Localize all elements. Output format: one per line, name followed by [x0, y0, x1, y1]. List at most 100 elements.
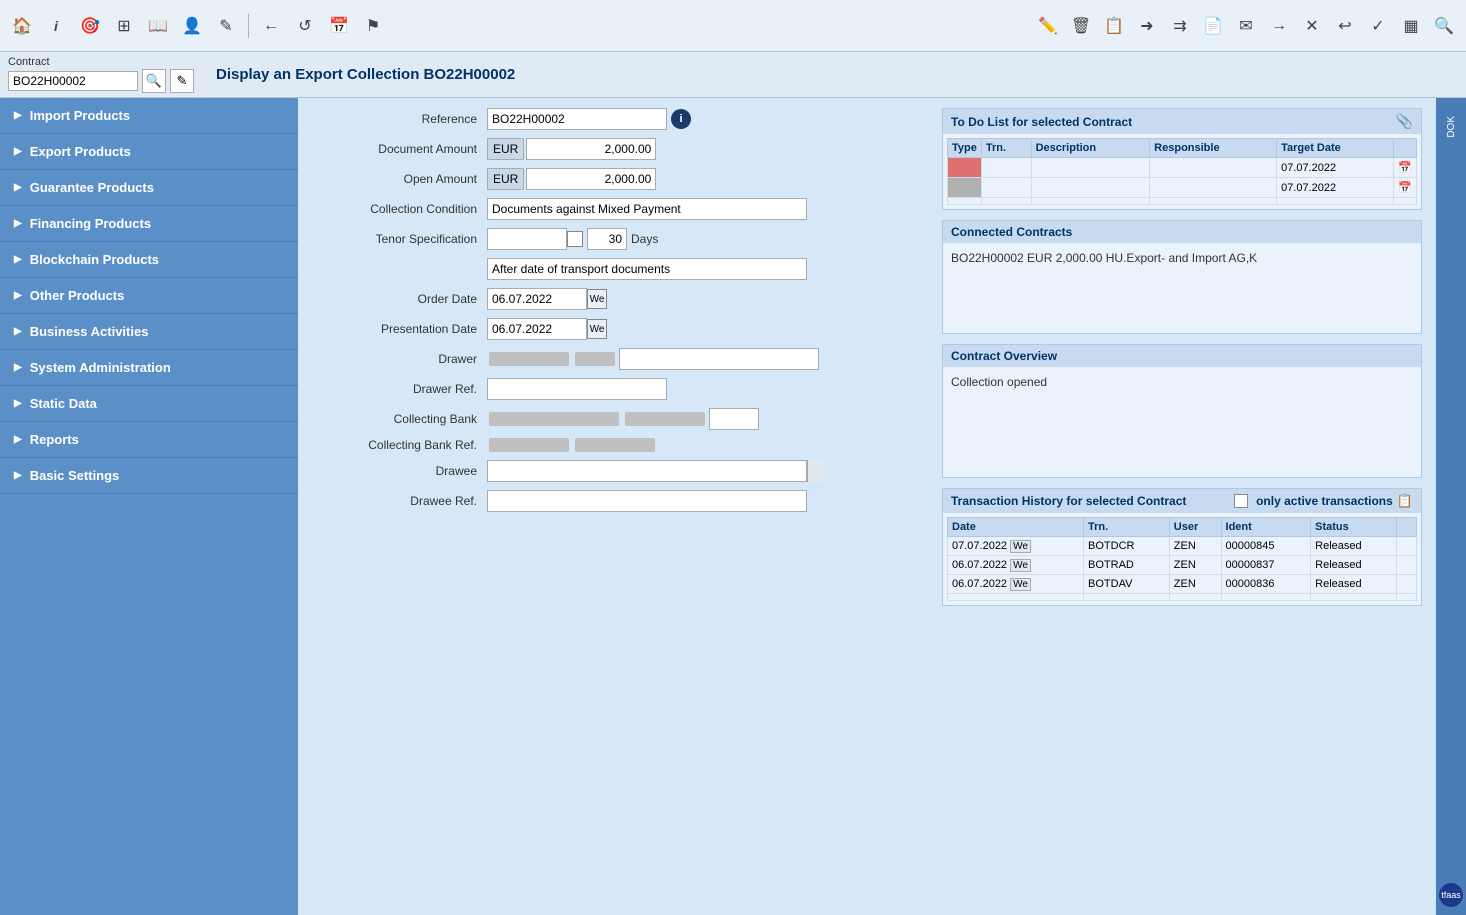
attach-icon[interactable]: 📎	[1396, 113, 1413, 130]
edit-icon[interactable]: ✎	[212, 12, 240, 40]
contract-search-button[interactable]: 🔍	[142, 69, 166, 93]
target-icon[interactable]: 🎯	[76, 12, 104, 40]
sidebar-arrow-reports: ▶	[14, 434, 22, 445]
collecting-bank-input[interactable]	[709, 408, 759, 430]
open-amount-input[interactable]	[526, 168, 656, 190]
order-date-input[interactable]	[487, 288, 587, 310]
drawer-value-blurred	[489, 352, 569, 366]
sidebar-item-financing-products[interactable]: ▶ Financing Products	[0, 206, 298, 242]
page-title: Display an Export Collection BO22H00002	[216, 66, 515, 83]
sidebar-item-static-data[interactable]: ▶ Static Data	[0, 386, 298, 422]
page-icon[interactable]: 📄	[1199, 12, 1227, 40]
sidebar-item-import-products[interactable]: ▶ Import Products	[0, 98, 298, 134]
sidebar-label-export-products: Export Products	[30, 144, 131, 159]
undo-icon[interactable]: ↩	[1331, 12, 1359, 40]
todo-row3-type	[948, 198, 982, 205]
reference-input[interactable]	[487, 108, 667, 130]
tenor-spec-input[interactable]	[487, 228, 567, 250]
history-col-ident: Ident	[1221, 518, 1311, 537]
tenor-days-input[interactable]	[587, 228, 627, 250]
drawee-expand-button[interactable]	[807, 460, 825, 482]
history-col-trn: Trn.	[1084, 518, 1170, 537]
drawee-input[interactable]	[487, 460, 807, 482]
trash-icon[interactable]: 🗑	[1067, 12, 1095, 40]
collection-condition-input[interactable]	[487, 198, 807, 220]
presentation-date-input[interactable]	[487, 318, 587, 340]
contract-section: Contract 🔍 ✎	[8, 56, 194, 93]
sidebar-arrow-sysadmin: ▶	[14, 362, 22, 373]
history-copy-icon[interactable]: 📋	[1397, 493, 1413, 509]
table-icon[interactable]: ▦	[1397, 12, 1425, 40]
home-icon[interactable]: 🏠	[8, 12, 36, 40]
forward-icon[interactable]: ➜	[1133, 12, 1161, 40]
document-amount-input[interactable]	[526, 138, 656, 160]
history-row4-status	[1311, 594, 1397, 601]
flag-icon[interactable]: ⚑	[359, 12, 387, 40]
history-row1-cal[interactable]: We	[1010, 540, 1031, 553]
close-icon[interactable]: ✕	[1298, 12, 1326, 40]
contract-overview-value: Collection opened	[947, 371, 1417, 393]
history-col-date: Date	[948, 518, 1084, 537]
contract-input[interactable]	[8, 71, 138, 91]
drawee-row: Drawee	[312, 460, 932, 482]
tenor-text-input[interactable]	[487, 258, 807, 280]
drawer-ref-input[interactable]	[487, 378, 667, 400]
history-row1-user: ZEN	[1169, 537, 1221, 556]
sidebar-item-business-activities[interactable]: ▶ Business Activities	[0, 314, 298, 350]
search-icon[interactable]: 🔍	[1430, 12, 1458, 40]
drawer-ref-row: Drawer Ref.	[312, 378, 932, 400]
refresh-icon[interactable]: ↺	[291, 12, 319, 40]
history-row3-cal[interactable]: We	[1010, 578, 1031, 591]
sidebar-item-other-products[interactable]: ▶ Other Products	[0, 278, 298, 314]
history-row1-ident: 00000845	[1221, 537, 1311, 556]
pencil-icon[interactable]: ✏️	[1034, 12, 1062, 40]
merge-icon[interactable]: ⇉	[1166, 12, 1194, 40]
sidebar-item-guarantee-products[interactable]: ▶ Guarantee Products	[0, 170, 298, 206]
arrow-right-icon[interactable]: →	[1265, 12, 1293, 40]
todo-row1-trn	[981, 158, 1031, 178]
collection-condition-row: Collection Condition	[312, 198, 932, 220]
todo-row1-responsible	[1150, 158, 1277, 178]
person-icon[interactable]: 👤	[178, 12, 206, 40]
book-icon[interactable]: 📖	[144, 12, 172, 40]
calendar-icon[interactable]: 📅	[325, 12, 353, 40]
layers-icon[interactable]: ⊞	[110, 12, 138, 40]
collection-condition-label: Collection Condition	[312, 202, 487, 216]
contract-edit-button[interactable]: ✎	[170, 69, 194, 93]
history-row3-user: ZEN	[1169, 575, 1221, 594]
info-icon[interactable]: i	[42, 12, 70, 40]
drawer-input[interactable]	[619, 348, 819, 370]
todo-row1-cal[interactable]: 📅	[1394, 158, 1417, 178]
page-wrapper: Contract 🔍 ✎ Display an Export Collectio…	[0, 52, 1466, 915]
history-row4-action	[1397, 594, 1417, 601]
todo-row3-responsible	[1150, 198, 1277, 205]
contract-overview-empty-space	[947, 393, 1417, 473]
order-date-calendar-button[interactable]: We	[587, 289, 607, 309]
copy-icon[interactable]: 📋	[1100, 12, 1128, 40]
history-row2-cal[interactable]: We	[1010, 559, 1031, 572]
history-row2-user: ZEN	[1169, 556, 1221, 575]
todo-col-description: Description	[1031, 139, 1150, 158]
drawee-ref-row: Drawee Ref.	[312, 490, 932, 512]
drawee-ref-input[interactable]	[487, 490, 807, 512]
history-row4-date	[948, 594, 1084, 601]
presentation-date-calendar-button[interactable]: We	[587, 319, 607, 339]
sidebar-item-basic-settings[interactable]: ▶ Basic Settings	[0, 458, 298, 494]
history-row3-status: Released	[1311, 575, 1397, 594]
sidebar-item-system-administration[interactable]: ▶ System Administration	[0, 350, 298, 386]
todo-row2-cal[interactable]: 📅	[1394, 178, 1417, 198]
mail-icon[interactable]: ✉	[1232, 12, 1260, 40]
sidebar-item-blockchain-products[interactable]: ▶ Blockchain Products	[0, 242, 298, 278]
contract-bar: Contract 🔍 ✎ Display an Export Collectio…	[0, 52, 1466, 98]
only-active-label: only active transactions	[1256, 494, 1393, 508]
sidebar-item-export-products[interactable]: ▶ Export Products	[0, 134, 298, 170]
check-icon[interactable]: ✓	[1364, 12, 1392, 40]
dok-label[interactable]: DOK	[1446, 116, 1457, 138]
tenor-checkbox[interactable]	[567, 231, 583, 247]
connected-contracts-body: BO22H00002 EUR 2,000.00 HU.Export- and I…	[943, 243, 1421, 333]
drawee-label: Drawee	[312, 464, 487, 478]
info-button[interactable]: i	[671, 109, 691, 129]
back-icon[interactable]: ←	[257, 12, 285, 40]
sidebar-item-reports[interactable]: ▶ Reports	[0, 422, 298, 458]
only-active-checkbox[interactable]	[1234, 494, 1248, 508]
